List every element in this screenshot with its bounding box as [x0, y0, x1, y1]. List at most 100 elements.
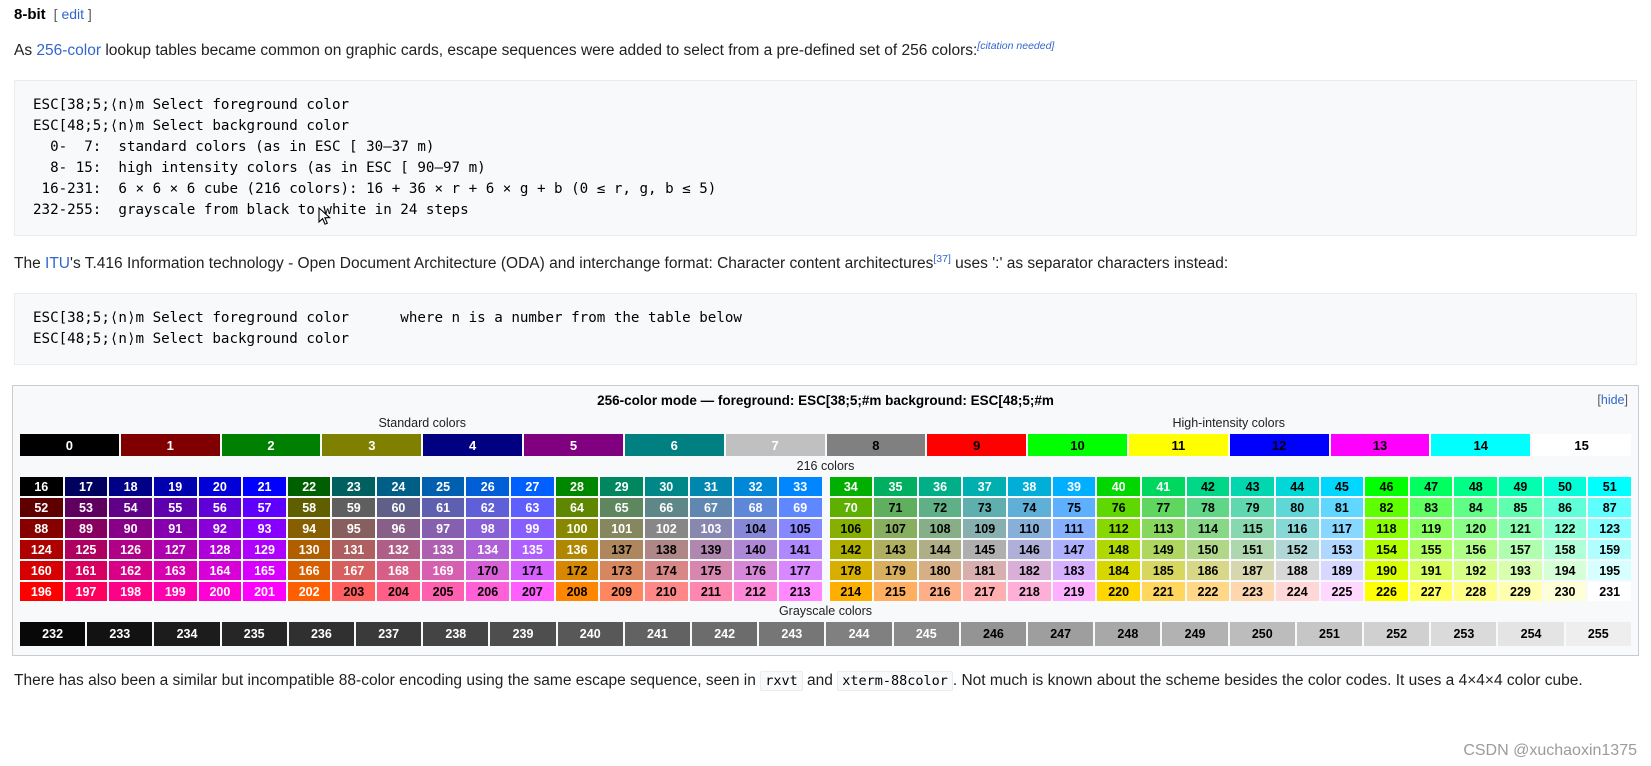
color-swatch-31[interactable]: 31 [689, 476, 734, 497]
color-swatch-53[interactable]: 53 [64, 497, 109, 518]
color-swatch-214[interactable]: 214 [829, 581, 874, 602]
color-swatch-149[interactable]: 149 [1141, 539, 1186, 560]
color-swatch-207[interactable]: 207 [510, 581, 555, 602]
color-swatch-39[interactable]: 39 [1052, 476, 1097, 497]
hide-toggle[interactable]: [hide] [1597, 393, 1628, 407]
color-swatch-165[interactable]: 165 [242, 560, 287, 581]
color-swatch-205[interactable]: 205 [421, 581, 466, 602]
color-swatch-183[interactable]: 183 [1052, 560, 1097, 581]
color-swatch-186[interactable]: 186 [1186, 560, 1231, 581]
color-swatch-152[interactable]: 152 [1275, 539, 1320, 560]
color-swatch-98[interactable]: 98 [465, 518, 510, 539]
color-swatch-78[interactable]: 78 [1186, 497, 1231, 518]
color-swatch-3[interactable]: 3 [321, 433, 422, 457]
color-swatch-25[interactable]: 25 [421, 476, 466, 497]
color-swatch-237[interactable]: 237 [355, 621, 422, 647]
color-swatch-95[interactable]: 95 [331, 518, 376, 539]
color-swatch-113[interactable]: 113 [1141, 518, 1186, 539]
color-swatch-40[interactable]: 40 [1096, 476, 1141, 497]
color-swatch-180[interactable]: 180 [918, 560, 963, 581]
color-swatch-68[interactable]: 68 [733, 497, 778, 518]
color-swatch-194[interactable]: 194 [1543, 560, 1588, 581]
color-swatch-115[interactable]: 115 [1230, 518, 1275, 539]
color-swatch-129[interactable]: 129 [242, 539, 287, 560]
color-swatch-61[interactable]: 61 [421, 497, 466, 518]
color-swatch-105[interactable]: 105 [778, 518, 823, 539]
color-swatch-161[interactable]: 161 [64, 560, 109, 581]
color-swatch-14[interactable]: 14 [1430, 433, 1531, 457]
color-swatch-203[interactable]: 203 [331, 581, 376, 602]
color-swatch-235[interactable]: 235 [221, 621, 288, 647]
color-swatch-190[interactable]: 190 [1364, 560, 1409, 581]
color-swatch-238[interactable]: 238 [422, 621, 489, 647]
color-swatch-131[interactable]: 131 [331, 539, 376, 560]
color-swatch-120[interactable]: 120 [1453, 518, 1498, 539]
color-swatch-217[interactable]: 217 [962, 581, 1007, 602]
color-swatch-239[interactable]: 239 [489, 621, 556, 647]
color-swatch-11[interactable]: 11 [1128, 433, 1229, 457]
color-swatch-6[interactable]: 6 [624, 433, 725, 457]
color-swatch-219[interactable]: 219 [1052, 581, 1097, 602]
color-swatch-225[interactable]: 225 [1320, 581, 1365, 602]
color-swatch-12[interactable]: 12 [1229, 433, 1330, 457]
color-swatch-86[interactable]: 86 [1543, 497, 1588, 518]
color-swatch-135[interactable]: 135 [510, 539, 555, 560]
color-swatch-51[interactable]: 51 [1587, 476, 1632, 497]
color-swatch-13[interactable]: 13 [1330, 433, 1431, 457]
color-swatch-55[interactable]: 55 [153, 497, 198, 518]
hide-link[interactable]: hide [1601, 393, 1625, 407]
color-swatch-230[interactable]: 230 [1543, 581, 1588, 602]
color-swatch-208[interactable]: 208 [555, 581, 600, 602]
color-swatch-199[interactable]: 199 [153, 581, 198, 602]
color-swatch-169[interactable]: 169 [421, 560, 466, 581]
color-swatch-36[interactable]: 36 [918, 476, 963, 497]
color-swatch-47[interactable]: 47 [1409, 476, 1454, 497]
color-swatch-209[interactable]: 209 [599, 581, 644, 602]
color-swatch-15[interactable]: 15 [1531, 433, 1632, 457]
color-swatch-50[interactable]: 50 [1543, 476, 1588, 497]
color-swatch-172[interactable]: 172 [555, 560, 600, 581]
color-swatch-19[interactable]: 19 [153, 476, 198, 497]
color-swatch-85[interactable]: 85 [1498, 497, 1543, 518]
color-swatch-49[interactable]: 49 [1498, 476, 1543, 497]
color-swatch-143[interactable]: 143 [873, 539, 918, 560]
color-swatch-156[interactable]: 156 [1453, 539, 1498, 560]
color-swatch-162[interactable]: 162 [108, 560, 153, 581]
color-swatch-191[interactable]: 191 [1409, 560, 1454, 581]
color-swatch-127[interactable]: 127 [153, 539, 198, 560]
color-swatch-170[interactable]: 170 [465, 560, 510, 581]
color-swatch-206[interactable]: 206 [465, 581, 510, 602]
color-swatch-75[interactable]: 75 [1052, 497, 1097, 518]
color-swatch-218[interactable]: 218 [1007, 581, 1052, 602]
color-swatch-232[interactable]: 232 [19, 621, 86, 647]
color-swatch-151[interactable]: 151 [1230, 539, 1275, 560]
color-swatch-22[interactable]: 22 [287, 476, 332, 497]
color-swatch-171[interactable]: 171 [510, 560, 555, 581]
color-swatch-216[interactable]: 216 [918, 581, 963, 602]
color-swatch-58[interactable]: 58 [287, 497, 332, 518]
color-swatch-80[interactable]: 80 [1275, 497, 1320, 518]
color-swatch-110[interactable]: 110 [1007, 518, 1052, 539]
color-swatch-178[interactable]: 178 [829, 560, 874, 581]
color-swatch-122[interactable]: 122 [1543, 518, 1588, 539]
color-swatch-133[interactable]: 133 [421, 539, 466, 560]
color-swatch-175[interactable]: 175 [689, 560, 734, 581]
color-swatch-124[interactable]: 124 [19, 539, 64, 560]
color-swatch-107[interactable]: 107 [873, 518, 918, 539]
color-swatch-79[interactable]: 79 [1230, 497, 1275, 518]
color-swatch-187[interactable]: 187 [1230, 560, 1275, 581]
color-swatch-132[interactable]: 132 [376, 539, 421, 560]
color-swatch-211[interactable]: 211 [689, 581, 734, 602]
color-swatch-60[interactable]: 60 [376, 497, 421, 518]
color-swatch-26[interactable]: 26 [465, 476, 510, 497]
color-swatch-164[interactable]: 164 [198, 560, 243, 581]
color-swatch-93[interactable]: 93 [242, 518, 287, 539]
color-swatch-89[interactable]: 89 [64, 518, 109, 539]
color-swatch-136[interactable]: 136 [555, 539, 600, 560]
color-swatch-234[interactable]: 234 [153, 621, 220, 647]
color-swatch-87[interactable]: 87 [1587, 497, 1632, 518]
color-swatch-37[interactable]: 37 [962, 476, 1007, 497]
color-swatch-144[interactable]: 144 [918, 539, 963, 560]
color-swatch-32[interactable]: 32 [733, 476, 778, 497]
color-swatch-77[interactable]: 77 [1141, 497, 1186, 518]
